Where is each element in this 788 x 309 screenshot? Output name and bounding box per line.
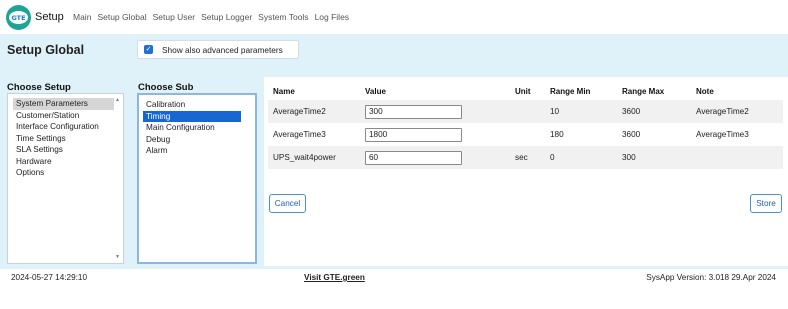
nav-setup-user[interactable]: Setup User [153,12,196,22]
nav-setup-global[interactable]: Setup Global [97,12,146,22]
setup-item-options[interactable]: Options [13,167,114,179]
nav-setup-logger[interactable]: Setup Logger [201,12,252,22]
header-range-max: Range Max [622,86,665,96]
main-nav: Main Setup Global Setup User Setup Logge… [73,12,349,22]
header-note: Note [696,86,714,96]
setup-item-interface-configuration[interactable]: Interface Configuration [13,121,114,133]
scroll-up-icon[interactable]: ▲ [115,97,120,103]
store-button[interactable]: Store [750,194,782,213]
setup-item-hardware[interactable]: Hardware [13,156,114,168]
footer: 2024-05-27 14:29:10 Visit GTE.green SysA… [0,269,788,309]
cancel-button[interactable]: Cancel [269,194,306,213]
logo-text: GTE [9,11,28,24]
page-title: Setup Global [7,43,85,57]
param-range-min: 180 [550,130,564,139]
param-unit: sec [515,146,550,169]
sub-item-timing[interactable]: Timing [143,110,241,122]
setup-item-system-parameters[interactable]: System Parameters [13,98,114,110]
setup-item-time-settings[interactable]: Time Settings [13,133,114,145]
app-title: Setup [35,11,64,23]
scroll-down-icon[interactable]: ▼ [115,254,120,260]
sub-item-main-configuration[interactable]: Main Configuration [143,122,241,134]
param-value-input[interactable] [365,104,462,119]
sub-item-calibration[interactable]: Calibration [143,99,241,111]
param-range-max: 300 [622,146,696,169]
param-value-input[interactable] [365,150,462,165]
param-note [696,146,783,169]
param-unit [515,123,550,146]
param-value-input[interactable] [365,127,462,142]
table-header-row: Name Value Unit Range Min Range Max Note [268,82,783,100]
nav-system-tools[interactable]: System Tools [258,12,308,22]
choose-sub-list[interactable]: Calibration Timing Main Configuration De… [137,93,257,264]
param-unit [515,100,550,123]
param-range-min: 10 [550,100,622,123]
param-name: AverageTime3 [273,130,326,139]
param-name: UPS_wait4power [268,146,365,169]
param-value-cell [365,123,515,146]
footer-datetime: 2024-05-27 14:29:10 [11,273,88,282]
setup-item-customer-station[interactable]: Customer/Station [13,110,114,122]
footer-link[interactable]: Visit GTE.green [304,273,365,282]
param-value-cell [365,146,515,169]
choose-setup-title: Choose Setup [7,82,71,93]
sub-item-alarm[interactable]: Alarm [143,145,241,157]
header-unit: Unit [515,86,531,96]
gte-logo-icon[interactable]: GTE [6,5,31,30]
advanced-checkbox[interactable]: ✓ [144,45,153,54]
header-name: Name [273,86,295,96]
advanced-parameters-toggle[interactable]: ✓ Show also advanced parameters [137,40,299,59]
header-value: Value [365,86,386,96]
param-range-min: 0 [550,146,622,169]
footer-version: SysApp Version: 3.018 29.Apr 2024 [646,273,776,282]
choose-sub-title: Choose Sub [138,82,194,93]
parameter-table: Name Value Unit Range Min Range Max Note… [268,82,783,169]
param-name: AverageTime2 [268,100,365,123]
nav-log-files[interactable]: Log Files [315,12,350,22]
nav-main[interactable]: Main [73,12,91,22]
choose-setup-list[interactable]: System Parameters Customer/Station Inter… [7,93,124,264]
table-row: AverageTime3 180 3600 AverageTime3 [268,123,783,146]
header-range-min: Range Min [550,86,591,96]
param-note: AverageTime2 [696,100,783,123]
table-row: UPS_wait4power sec 0 300 [268,146,783,169]
top-nav-bar: GTE Setup Main Setup Global Setup User S… [0,0,788,34]
param-range-max: 3600 [622,100,696,123]
table-row: AverageTime2 10 3600 AverageTime2 [268,100,783,123]
sub-item-debug[interactable]: Debug [143,134,241,146]
param-note: AverageTime3 [696,130,749,139]
parameter-panel: Name Value Unit Range Min Range Max Note… [264,77,788,266]
setup-item-sla-settings[interactable]: SLA Settings [13,144,114,156]
advanced-label: Show also advanced parameters [162,44,283,55]
param-range-max: 3600 [622,130,641,139]
setup-panel: Setup Global ✓ Show also advanced parame… [0,34,788,269]
param-value-cell [365,100,515,123]
